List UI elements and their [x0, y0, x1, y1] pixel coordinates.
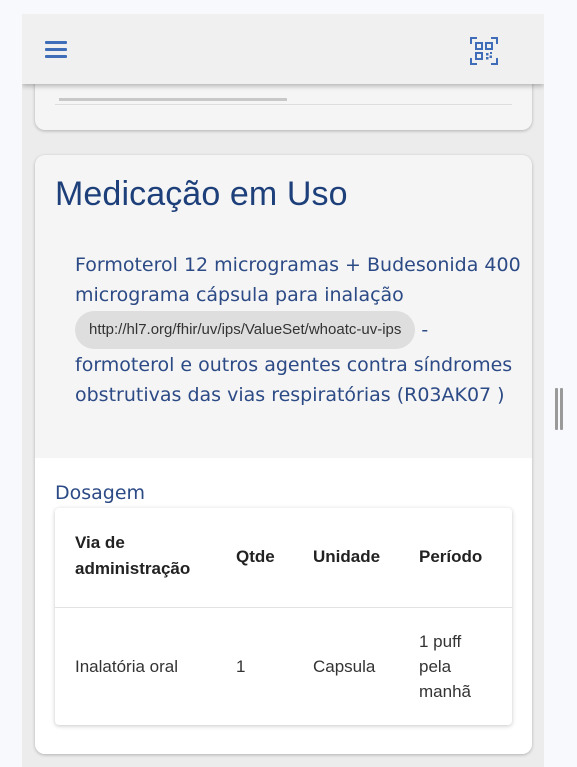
- cell-period-line1: 1 puff: [419, 632, 462, 651]
- column-header-qty: Qtde: [236, 547, 275, 566]
- cell-period-line3: manhã: [419, 682, 471, 701]
- row-divider: [55, 607, 512, 608]
- cell-period-line2: pela: [419, 657, 452, 676]
- medication-name-line1: Formoterol 12 microgramas + Budesonida 4…: [75, 254, 521, 276]
- medication-section-card: Medicação em Uso Formoterol 12 microgram…: [35, 155, 532, 754]
- app-viewport: Medicação em Uso Formoterol 12 microgram…: [22, 14, 544, 767]
- resize-handle[interactable]: [555, 388, 564, 430]
- column-header-unit: Unidade: [313, 547, 381, 566]
- system-url-chip[interactable]: http://hl7.org/fhir/uv/ips/ValueSet/whoa…: [75, 311, 416, 349]
- cell-route: Inalatória oral: [75, 657, 179, 676]
- dosage-section: Dosagem Via de administração Qtde Unidad…: [35, 458, 532, 754]
- divider: [55, 104, 512, 105]
- dosage-table: Via de administração Qtde Unidade Períod…: [55, 508, 512, 725]
- section-title: Medicação em Uso: [55, 175, 348, 213]
- column-header-period: Período: [419, 547, 483, 566]
- medication-class-line2: obstrutivas das vias respiratórias (R03A…: [75, 384, 505, 406]
- dosage-label: Dosagem: [55, 482, 146, 504]
- column-header-route-line2: administração: [75, 559, 191, 578]
- medication-class-line1: formoterol e outros agentes contra síndr…: [75, 354, 513, 376]
- hamburger-menu-icon[interactable]: [43, 39, 69, 61]
- column-header-route: Via de administração: [75, 530, 190, 582]
- scroll-track: [59, 98, 287, 101]
- cell-period: 1 puff pela manhã: [419, 629, 471, 704]
- separator: -: [421, 319, 429, 341]
- column-header-route-line1: Via de: [75, 533, 125, 552]
- system-chip-row: http://hl7.org/fhir/uv/ips/ValueSet/whoa…: [75, 310, 515, 350]
- cell-qty: 1: [236, 657, 246, 676]
- medication-name-line2: micrograma cápsula para inalação: [75, 284, 404, 306]
- medication-entry: Formoterol 12 microgramas + Budesonida 4…: [75, 250, 521, 410]
- cell-unit: Capsula: [313, 657, 376, 676]
- top-app-bar: [22, 14, 544, 84]
- qr-code-scan-icon[interactable]: [469, 36, 499, 66]
